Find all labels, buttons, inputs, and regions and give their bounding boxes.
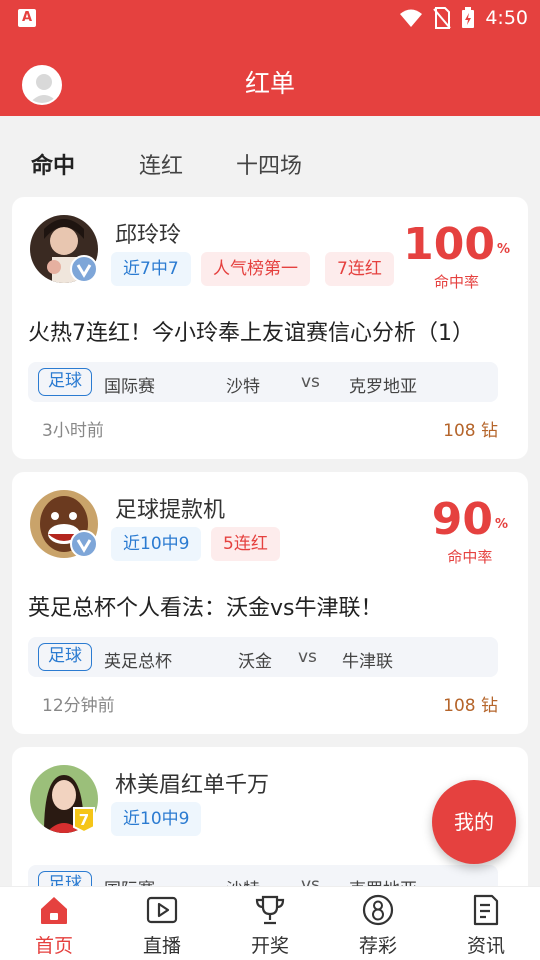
nav-recommend-label: 荐彩 (358, 935, 397, 957)
wifi-icon (400, 9, 423, 27)
play-icon (146, 896, 178, 924)
home-team: 沃金 (238, 652, 272, 672)
away-team: 克罗地亚 (349, 377, 417, 397)
hit-rate-label: 命中率 (434, 273, 480, 291)
trophy-icon (255, 895, 285, 925)
streak-tag: 5连红 (211, 527, 280, 561)
record-tag: 近10中9 (111, 527, 202, 561)
league-name: 英足总杯 (104, 652, 172, 672)
record-tag: 近10中9 (111, 802, 202, 836)
tip-card[interactable]: 足球提款机 近10中9 5连红 90% 命中率 英足总杯个人看法：沃金vs牛津联… (12, 472, 528, 734)
nav-draw[interactable]: 开奖 (216, 887, 324, 960)
sport-tag: 足球 (38, 643, 92, 671)
page-title: 红单 (244, 69, 295, 98)
level-badge-icon: 7 (73, 807, 95, 833)
post-time: 3小时前 (42, 421, 104, 441)
hit-rate-unit: % (496, 241, 510, 257)
author-name[interactable]: 足球提款机 (115, 492, 225, 524)
nav-home-label: 首页 (34, 935, 73, 957)
app-header: 红单 (0, 36, 540, 116)
tab-hit[interactable]: 命中 (31, 148, 75, 180)
app-notification-icon: A (18, 9, 36, 27)
level-badge-number: 7 (79, 811, 89, 829)
hit-rate-label: 命中率 (447, 548, 493, 566)
nav-draw-label: 开奖 (250, 935, 289, 957)
hit-rate-value: 90 (431, 494, 493, 545)
vs-label: vs (298, 647, 317, 667)
hit-rate: 100% 命中率 (403, 221, 510, 292)
no-sim-icon (433, 7, 452, 29)
home-icon (41, 897, 67, 924)
away-team: 牛津联 (342, 652, 393, 672)
streak-tag: 7连红 (325, 252, 394, 286)
tip-card[interactable]: 邱玲玲 近7中7 人气榜第一 7连红 100% 命中率 火热7连红！今小玲奉上友… (12, 197, 528, 459)
my-fab-button[interactable]: 我的 (432, 780, 516, 864)
nav-news-label: 资讯 (466, 935, 505, 957)
nav-home[interactable]: 首页 (0, 887, 108, 960)
status-time: 4:50 (485, 7, 528, 29)
tab-streak[interactable]: 连红 (139, 148, 183, 180)
status-bar: A 4:50 (0, 0, 540, 36)
hit-rate-value: 100 (403, 219, 495, 270)
nav-live[interactable]: 直播 (108, 887, 216, 960)
home-team: 沙特 (226, 377, 260, 397)
tab-fourteen[interactable]: 十四场 (236, 148, 302, 180)
category-tabs: 命中 连红 十四场 (0, 136, 540, 186)
sport-tag: 足球 (38, 368, 92, 396)
verified-badge-icon (70, 530, 98, 558)
author-name[interactable]: 邱玲玲 (115, 217, 181, 249)
match-info: 足球 国际赛 沙特 vs 克罗地亚 (28, 362, 498, 402)
hit-rate-unit: % (494, 516, 508, 532)
bottom-nav: 首页 直播 开奖 荐彩 资讯 (0, 886, 540, 960)
author-name[interactable]: 林美眉红单千万 (115, 767, 269, 799)
nav-recommend[interactable]: 荐彩 (324, 887, 432, 960)
nav-news[interactable]: 资讯 (432, 887, 540, 960)
league-name: 国际赛 (104, 377, 155, 397)
post-time: 12分钟前 (42, 696, 115, 716)
post-title[interactable]: 火热7连红！今小玲奉上友谊赛信心分析（1） (28, 315, 474, 347)
eight-ball-icon (362, 894, 394, 926)
price: 108 钻 (443, 696, 498, 716)
nav-live-label: 直播 (142, 935, 181, 957)
battery-charging-icon (462, 7, 475, 28)
news-icon (473, 894, 499, 926)
record-tag: 近7中7 (111, 252, 191, 286)
price: 108 钻 (443, 421, 498, 441)
vs-label: vs (301, 372, 320, 392)
verified-badge-icon (70, 255, 98, 283)
hit-rate: 90% 命中率 (432, 496, 508, 567)
match-info: 足球 英足总杯 沃金 vs 牛津联 (28, 637, 498, 677)
popularity-tag: 人气榜第一 (201, 252, 310, 286)
post-title[interactable]: 英足总杯个人看法：沃金vs牛津联！ (28, 590, 382, 622)
